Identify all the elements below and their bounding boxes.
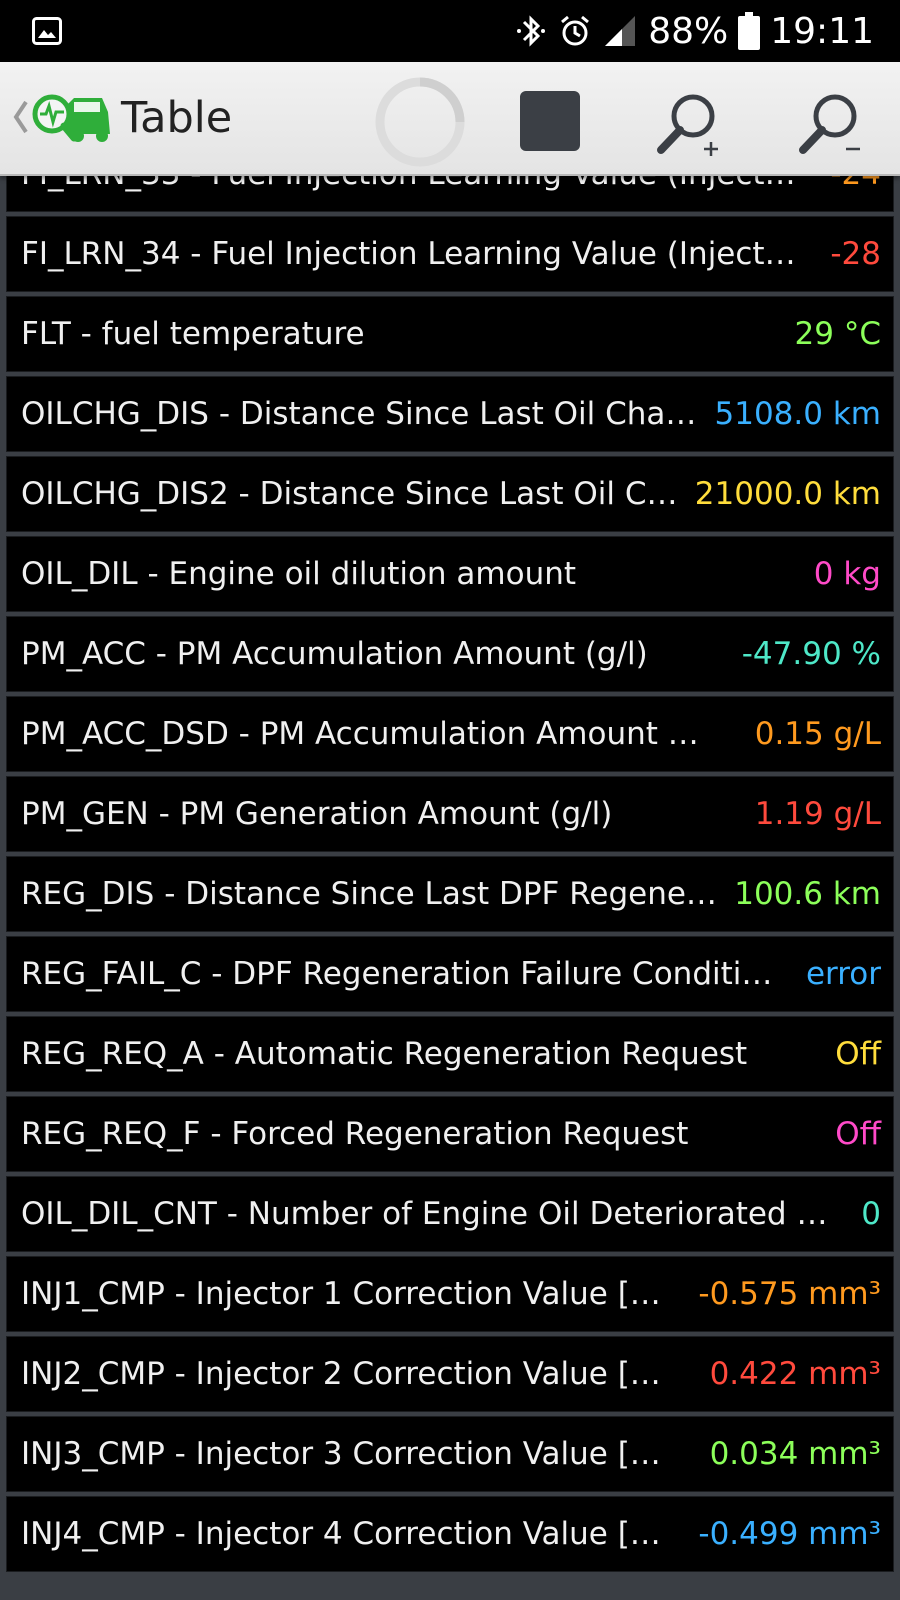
table-row[interactable]: OILCHG_DIS - Distance Since Last Oil Cha… <box>6 376 894 452</box>
row-value: -28 <box>830 236 881 272</box>
table-row[interactable]: INJ2_CMP - Injector 2 Correction Value [… <box>6 1336 894 1412</box>
table-row[interactable]: INJ4_CMP - Injector 4 Correction Value [… <box>6 1496 894 1572</box>
row-value: 21000.0 km <box>694 476 881 512</box>
row-value: Off <box>835 1036 881 1072</box>
app-logo-icon[interactable] <box>28 92 112 150</box>
row-label: FI_LRN_33 - Fuel Injection Learning Valu… <box>21 174 796 192</box>
row-label: INJ1_CMP - Injector 1 Correction Value [… <box>21 1276 661 1312</box>
zoom-out-icon[interactable] <box>797 90 869 162</box>
table-row[interactable]: INJ1_CMP - Injector 1 Correction Value [… <box>6 1256 894 1332</box>
stop-button[interactable] <box>520 91 580 151</box>
table-row[interactable]: REG_DIS - Distance Since Last DPF Regene… <box>6 856 894 932</box>
row-label: PM_GEN - PM Generation Amount (g/l) <box>21 796 613 832</box>
row-value: -0.575 mm³ <box>698 1276 881 1312</box>
row-value: 5108.0 km <box>714 396 881 432</box>
table-row[interactable]: FI_LRN_33 - Fuel Injection Learning Valu… <box>6 174 894 212</box>
clock: 19:11 <box>770 10 874 52</box>
row-label: PM_ACC - PM Accumulation Amount (g/l) <box>21 636 648 672</box>
table-row[interactable]: REG_REQ_F - Forced Regeneration Request O… <box>6 1096 894 1172</box>
row-label: OIL_DIL_CNT - Number of Engine Oil Deter… <box>21 1196 828 1232</box>
table-row[interactable]: REG_REQ_A - Automatic Regeneration Reque… <box>6 1016 894 1092</box>
signal-icon <box>602 13 638 49</box>
row-label: REG_REQ_F - Forced Regeneration Request <box>21 1116 689 1152</box>
row-label: INJ4_CMP - Injector 4 Correction Value [… <box>21 1516 661 1552</box>
row-label: FLT - fuel temperature <box>21 316 365 352</box>
page-title: Table <box>121 93 233 143</box>
table-row[interactable]: PM_ACC - PM Accumulation Amount (g/l) -47… <box>6 616 894 692</box>
row-label: OIL_DIL - Engine oil dilution amount <box>21 556 577 592</box>
gallery-notification-icon <box>32 17 62 45</box>
alarm-icon <box>558 13 592 49</box>
row-value: 29 °C <box>794 316 881 352</box>
back-chevron-icon[interactable] <box>8 92 30 142</box>
row-value: Off <box>835 1116 881 1152</box>
row-label: FI_LRN_34 - Fuel Injection Learning Valu… <box>21 236 796 272</box>
status-indicators: 88% 19:11 <box>514 0 874 62</box>
row-value: -0.499 mm³ <box>698 1516 881 1552</box>
row-value: -47.90 % <box>741 636 881 672</box>
row-value: 0 kg <box>813 556 881 592</box>
row-label: REG_DIS - Distance Since Last DPF Regene… <box>21 876 717 912</box>
zoom-in-icon[interactable] <box>655 90 727 162</box>
row-label: OILCHG_DIS - Distance Since Last Oil Cha… <box>21 396 697 432</box>
row-label: PM_ACC_DSD - PM Accumulation Amount … <box>21 716 699 752</box>
status-bar: 88% 19:11 <box>0 0 900 62</box>
table-row[interactable]: OIL_DIL - Engine oil dilution amount 0 kg <box>6 536 894 612</box>
row-value: 1.19 g/L <box>754 796 881 832</box>
row-value: 0 <box>861 1196 881 1232</box>
row-label: REG_FAIL_C - DPF Regeneration Failure Co… <box>21 956 773 992</box>
table-row[interactable]: PM_ACC_DSD - PM Accumulation Amount … 0.1… <box>6 696 894 772</box>
row-value: error <box>805 956 881 992</box>
row-label: INJ3_CMP - Injector 3 Correction Value [… <box>21 1436 661 1472</box>
battery-percent: 88% <box>648 10 729 52</box>
table-row[interactable]: INJ3_CMP - Injector 3 Correction Value [… <box>6 1416 894 1492</box>
row-value: 0.422 mm³ <box>709 1356 881 1392</box>
sensor-table[interactable]: FI_LRN_33 - Fuel Injection Learning Valu… <box>6 174 894 1600</box>
table-row[interactable]: REG_FAIL_C - DPF Regeneration Failure Co… <box>6 936 894 1012</box>
row-value: 0.034 mm³ <box>709 1436 881 1472</box>
row-value: -24 <box>830 174 881 192</box>
table-row[interactable]: OILCHG_DIS2 - Distance Since Last Oil C…… <box>6 456 894 532</box>
row-value: 100.6 km <box>734 876 881 912</box>
row-label: OILCHG_DIS2 - Distance Since Last Oil C… <box>21 476 678 512</box>
table-row[interactable]: FI_LRN_34 - Fuel Injection Learning Valu… <box>6 216 894 292</box>
loading-spinner-icon <box>373 75 467 169</box>
app-bar: Table <box>0 62 900 176</box>
bluetooth-icon <box>514 13 548 49</box>
row-value: 0.15 g/L <box>754 716 881 752</box>
row-label: INJ2_CMP - Injector 2 Correction Value [… <box>21 1356 661 1392</box>
table-row[interactable]: PM_GEN - PM Generation Amount (g/l) 1.19 … <box>6 776 894 852</box>
battery-icon <box>738 12 761 50</box>
table-row[interactable]: FLT - fuel temperature 29 °C <box>6 296 894 372</box>
row-label: REG_REQ_A - Automatic Regeneration Reque… <box>21 1036 748 1072</box>
sensor-table-rows: FI_LRN_33 - Fuel Injection Learning Valu… <box>6 174 894 1576</box>
table-row[interactable]: OIL_DIL_CNT - Number of Engine Oil Deter… <box>6 1176 894 1252</box>
